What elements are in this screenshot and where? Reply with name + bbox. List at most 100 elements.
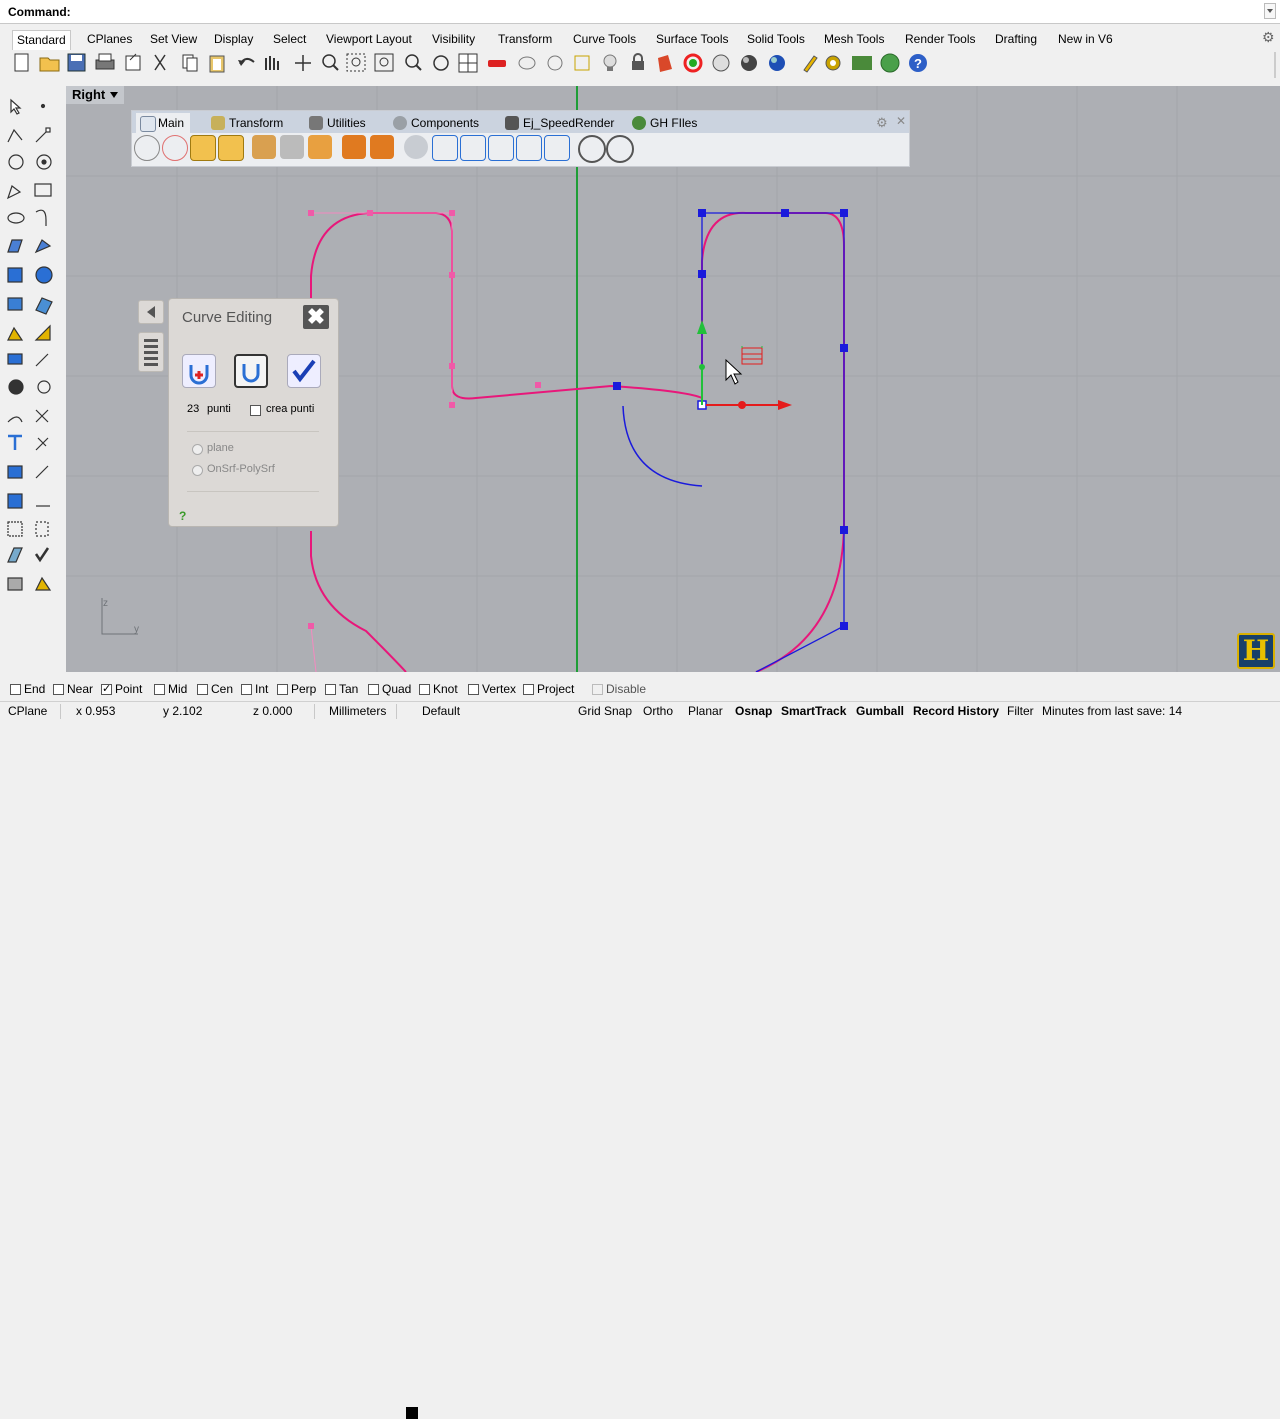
status-layer[interactable]: Default <box>422 704 460 718</box>
onsrf-radio[interactable] <box>192 463 203 477</box>
sweep-icon[interactable] <box>35 297 53 315</box>
panel-button-box-icon[interactable] <box>190 135 216 161</box>
shaded-sphere-icon[interactable] <box>741 55 757 71</box>
osnap-end[interactable]: End <box>10 682 45 696</box>
osnap-disable[interactable]: Disable <box>592 682 646 696</box>
transform-icon[interactable] <box>35 353 49 367</box>
solid-box-icon[interactable] <box>7 493 23 509</box>
copy-icon[interactable] <box>182 54 198 72</box>
panel-button-network-icon[interactable] <box>488 135 514 161</box>
rendered-sphere-icon[interactable] <box>769 55 785 71</box>
help-icon[interactable]: ? <box>909 54 927 72</box>
extrude-icon[interactable] <box>7 547 23 563</box>
smarttrack-toggle[interactable]: SmartTrack <box>781 704 846 718</box>
osnap-knot[interactable]: Knot <box>419 682 458 696</box>
ellipse-icon[interactable] <box>7 212 25 224</box>
color-wheel-icon[interactable] <box>683 53 703 73</box>
rectangle-polyline-icon[interactable] <box>6 185 22 200</box>
polyline-icon[interactable] <box>7 128 23 143</box>
undo-icon[interactable] <box>238 58 255 66</box>
paste-icon[interactable] <box>209 55 225 73</box>
osnap-perp[interactable]: Perp <box>277 682 316 696</box>
panel-button-line-icon[interactable] <box>134 135 160 161</box>
curve-blue-arc[interactable] <box>622 405 703 487</box>
arc-icon[interactable] <box>36 154 52 170</box>
add-point-button[interactable] <box>182 354 216 388</box>
panel-button-solid-icon[interactable] <box>218 135 244 161</box>
cplane-icon[interactable] <box>547 55 563 71</box>
curve-icon[interactable] <box>35 209 47 226</box>
trim-icon[interactable] <box>35 409 49 423</box>
print-icon[interactable] <box>95 53 115 70</box>
analyze-icon[interactable] <box>35 437 49 451</box>
panel-button-blob-icon[interactable] <box>404 135 428 159</box>
panel-gear-icon[interactable]: ⚙ <box>876 115 888 131</box>
panel-button-extrude-icon[interactable] <box>252 135 276 159</box>
curve-blue-control-polygon[interactable] <box>613 209 848 672</box>
panel-close-icon[interactable]: ✕ <box>896 114 906 128</box>
mesh-icon[interactable] <box>7 326 24 341</box>
surface-icon[interactable] <box>7 239 23 253</box>
array-dots-icon[interactable] <box>35 521 49 537</box>
command-bar[interactable]: Command: <box>0 0 1280 24</box>
osnap-near[interactable]: Near <box>53 682 93 696</box>
cylinder-icon[interactable] <box>7 297 23 311</box>
light-bulb-icon[interactable] <box>603 54 617 71</box>
gumball-widget[interactable] <box>697 320 792 410</box>
tab-standard[interactable]: Standard <box>12 30 71 50</box>
tab-new-in-v6[interactable]: New in V6 <box>1054 30 1117 50</box>
text-icon[interactable] <box>8 434 22 450</box>
pan-hand-icon[interactable] <box>265 56 279 70</box>
tab-visibility[interactable]: Visibility <box>428 30 479 50</box>
box-icon[interactable] <box>7 267 23 283</box>
zoom-extents-icon[interactable] <box>374 53 394 72</box>
panel-button-sweep-icon[interactable] <box>308 135 332 159</box>
osnap-project[interactable]: Project <box>523 682 574 696</box>
tab-mesh-tools[interactable]: Mesh Tools <box>820 30 888 50</box>
create-points-checkbox[interactable] <box>250 403 261 417</box>
panel-tab-main[interactable]: Main <box>136 113 191 133</box>
new-file-icon[interactable] <box>14 53 29 72</box>
help-icon[interactable]: ? <box>179 509 186 523</box>
rotate-view-icon[interactable] <box>433 55 449 71</box>
panel-button-rail-icon[interactable] <box>370 135 394 159</box>
open-folder-icon[interactable] <box>39 57 60 72</box>
points-icon[interactable] <box>574 55 590 71</box>
dialog-grip-icon[interactable] <box>138 332 164 372</box>
panel-button-edge-icon[interactable] <box>544 135 570 161</box>
circle-icon[interactable] <box>8 154 24 170</box>
confirm-button[interactable] <box>287 354 321 388</box>
gumball-icon[interactable] <box>7 353 23 365</box>
car-render-icon[interactable] <box>488 60 506 67</box>
panel-tab-transform[interactable]: Transform <box>207 113 289 133</box>
tab-cplanes[interactable]: CPlanes <box>83 30 136 50</box>
viewport-title[interactable]: Right <box>72 87 105 102</box>
zoom-icon[interactable] <box>322 54 339 71</box>
wireframe-sphere-icon[interactable] <box>712 54 730 72</box>
planar-toggle[interactable]: Planar <box>688 704 723 718</box>
panel-button-blend-icon[interactable] <box>460 135 486 161</box>
tab-display[interactable]: Display <box>210 30 257 50</box>
plane-radio[interactable] <box>192 442 203 456</box>
check-icon[interactable] <box>34 547 50 563</box>
dimension-icon[interactable] <box>37 380 51 394</box>
osnap-quad[interactable]: Quad <box>368 682 411 696</box>
osnap-int[interactable]: Int <box>241 682 268 696</box>
panel-button-circle-icon[interactable] <box>162 135 188 161</box>
four-viewports-icon[interactable] <box>458 53 478 73</box>
osnap-toggle[interactable]: Osnap <box>735 704 772 718</box>
panel-button-loft-icon[interactable] <box>280 135 304 159</box>
tab-set-view[interactable]: Set View <box>146 30 201 50</box>
curve-edit-button[interactable] <box>234 354 268 388</box>
cut-icon[interactable] <box>154 54 166 71</box>
properties-icon[interactable] <box>7 577 23 591</box>
point-icon[interactable] <box>40 103 46 109</box>
osnap-point[interactable]: Point <box>101 682 142 696</box>
osnap-vertex[interactable]: Vertex <box>468 682 516 696</box>
zoom-selected-icon[interactable] <box>405 54 422 71</box>
select-icon[interactable] <box>518 56 536 70</box>
osnap-tan[interactable]: Tan <box>325 682 358 696</box>
tab-solid-tools[interactable]: Solid Tools <box>743 30 809 50</box>
pen-icon[interactable] <box>803 55 818 73</box>
tab-viewport-layout[interactable]: Viewport Layout <box>322 30 416 50</box>
